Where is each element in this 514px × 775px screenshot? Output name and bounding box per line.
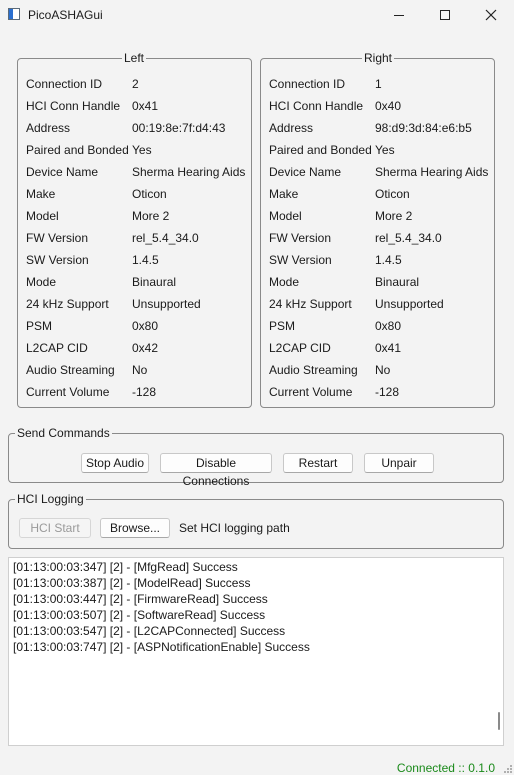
left-label: PSM (26, 319, 53, 333)
restart-button[interactable]: Restart (283, 453, 353, 473)
left-label: FW Version (26, 231, 89, 245)
left-value: Unsupported (132, 297, 201, 311)
title-bar: PicoASHAGui (0, 0, 514, 31)
left-label: Audio Streaming (26, 363, 115, 377)
left-label: HCI Conn Handle (26, 99, 121, 113)
left-label: SW Version (26, 253, 89, 267)
right-value: 1.4.5 (375, 253, 402, 267)
right-label: Audio Streaming (269, 363, 358, 377)
right-value: 0x41 (375, 341, 402, 355)
left-value: 1.4.5 (132, 253, 159, 267)
left-value: 0x41 (132, 99, 159, 113)
unpair-button[interactable]: Unpair (364, 453, 434, 473)
log-line: [01:13:00:03:387] [2] - [ModelRead] Succ… (13, 576, 251, 590)
right-label: Paired and Bonded (269, 143, 372, 157)
right-device-group: Right Connection ID 1 HCI Conn Handle 0x… (260, 51, 495, 408)
right-label: Make (269, 187, 299, 201)
left-label: Mode (26, 275, 57, 289)
left-label: 24 kHz Support (26, 297, 109, 311)
browse-button[interactable]: Browse... (100, 518, 170, 538)
left-value: Binaural (132, 275, 177, 289)
left-value: Sherma Hearing Aids (132, 165, 246, 179)
left-value: More 2 (132, 209, 170, 223)
resize-grip-icon[interactable] (504, 765, 512, 773)
right-label: Address (269, 121, 314, 135)
left-value: Yes (132, 143, 152, 157)
left-group-title: Left (122, 51, 147, 65)
log-line: [01:13:00:03:747] [2] - [ASPNotification… (13, 640, 310, 654)
right-label: SW Version (269, 253, 332, 267)
maximize-icon (440, 10, 450, 20)
log-line: [01:13:00:03:507] [2] - [SoftwareRead] S… (13, 608, 266, 622)
hci-logging-group: HCI Logging HCI Start Browse... Set HCI … (8, 492, 504, 549)
left-value: 0x80 (132, 319, 159, 333)
minimize-icon (394, 15, 404, 16)
right-label: PSM (269, 319, 296, 333)
log-output[interactable]: [01:13:00:03:347] [2] - [MfgRead] Succes… (8, 557, 504, 746)
left-value: 2 (132, 77, 139, 91)
right-label: Device Name (269, 165, 342, 179)
left-label: Current Volume (26, 385, 110, 399)
left-value: 0x42 (132, 341, 159, 355)
close-icon (485, 9, 497, 21)
left-value: rel_5.4_34.0 (132, 231, 199, 245)
close-button[interactable] (468, 0, 514, 31)
right-label: Mode (269, 275, 300, 289)
log-line: [01:13:00:03:547] [2] - [L2CAPConnected]… (13, 624, 286, 638)
left-label: Address (26, 121, 71, 135)
right-value: 0x40 (375, 99, 402, 113)
left-label: L2CAP CID (26, 341, 88, 355)
left-label: Device Name (26, 165, 99, 179)
log-line: [01:13:00:03:447] [2] - [FirmwareRead] S… (13, 592, 268, 606)
send-commands-group: Send Commands Stop Audio Disable Connect… (8, 426, 504, 488)
hci-start-button[interactable]: HCI Start (19, 518, 91, 538)
right-value: More 2 (375, 209, 413, 223)
window-title: PicoASHAGui (28, 8, 103, 22)
left-value: 00:19:8e:7f:d4:43 (132, 121, 226, 135)
disable-connections-button[interactable]: Disable Connections (160, 453, 272, 488)
right-value: Oticon (375, 187, 410, 201)
minimize-button[interactable] (376, 0, 422, 31)
left-label: Paired and Bonded (26, 143, 129, 157)
right-group-title: Right (362, 51, 395, 65)
hci-logging-title: HCI Logging (15, 492, 86, 506)
right-label: Current Volume (269, 385, 353, 399)
right-value: Sherma Hearing Aids (375, 165, 489, 179)
right-value: -128 (375, 385, 400, 399)
right-value: 98:d9:3d:84:e6:b5 (375, 121, 472, 135)
log-scrollbar-thumb[interactable] (498, 712, 500, 730)
right-value: Unsupported (375, 297, 444, 311)
hci-path-label: Set HCI logging path (179, 521, 290, 535)
left-device-group: Left Connection ID 2 HCI Conn Handle 0x4… (17, 51, 252, 408)
right-label: L2CAP CID (269, 341, 331, 355)
right-label: FW Version (269, 231, 332, 245)
maximize-button[interactable] (422, 0, 468, 31)
left-value: No (132, 363, 148, 377)
left-label: Model (26, 209, 59, 223)
left-value: -128 (132, 385, 157, 399)
left-label: Connection ID (26, 77, 103, 91)
right-value: Yes (375, 143, 395, 157)
right-label: 24 kHz Support (269, 297, 352, 311)
right-label: Model (269, 209, 302, 223)
send-commands-title: Send Commands (15, 426, 112, 440)
right-value: Binaural (375, 275, 420, 289)
app-window-icon (8, 8, 20, 20)
right-label: HCI Conn Handle (269, 99, 364, 113)
log-line: [01:13:00:03:347] [2] - [MfgRead] Succes… (13, 560, 238, 574)
left-value: Oticon (132, 187, 167, 201)
right-label: Connection ID (269, 77, 346, 91)
stop-audio-button[interactable]: Stop Audio (81, 453, 149, 473)
right-value: 1 (375, 77, 382, 91)
connection-status: Connected :: 0.1.0 (396, 761, 495, 775)
left-label: Make (26, 187, 56, 201)
right-value: No (375, 363, 391, 377)
right-value: rel_5.4_34.0 (375, 231, 442, 245)
right-value: 0x80 (375, 319, 402, 333)
